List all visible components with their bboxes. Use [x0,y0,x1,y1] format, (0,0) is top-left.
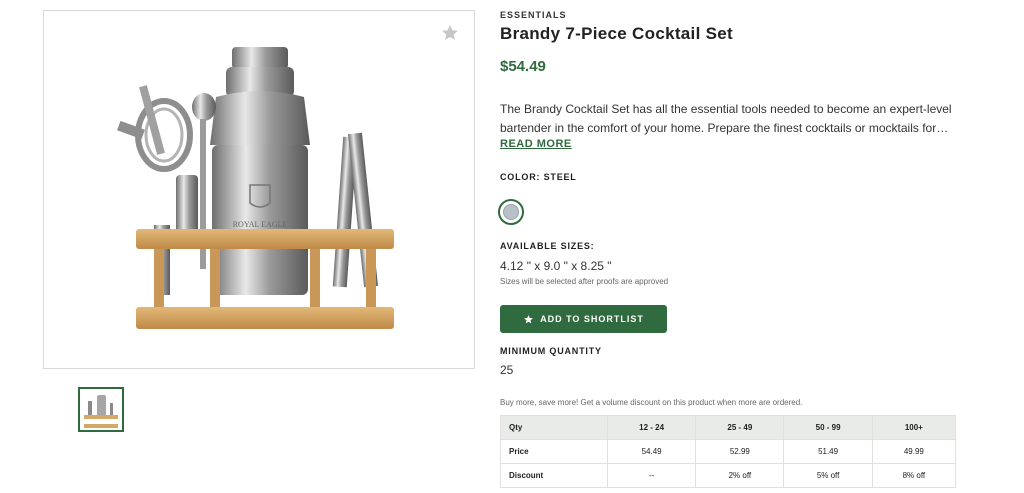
table-cell: Price [500,439,608,464]
volume-discount-note: Buy more, save more! Get a volume discou… [500,398,803,407]
color-label: COLOR: STEEL [500,172,577,182]
swatch-fill [503,204,519,220]
product-thumbnail[interactable] [78,387,124,432]
header-cell: 100+ [871,415,957,440]
header-cell: 12 - 24 [606,415,697,440]
product-description: The Brandy Cocktail Set has all the esse… [500,102,952,135]
pricing-header-row: Qty 12 - 24 25 - 49 50 - 99 100+ [500,415,957,440]
sizes-label: AVAILABLE SIZES: [500,241,595,251]
table-cell: Discount [500,463,608,488]
table-cell: 52.99 [695,439,785,464]
minimum-quantity-label: MINIMUM QUANTITY [500,346,602,356]
table-cell: 49.99 [871,439,957,464]
table-cell: 54.49 [606,439,697,464]
product-price: $54.49 [500,58,546,75]
header-cell: Qty [500,415,608,440]
product-image-panel: ROYAL EAGLE [43,10,475,369]
brand-label: ESSENTIALS [500,10,567,20]
add-to-shortlist-button[interactable]: ADD TO SHORTLIST [500,305,667,333]
thumbnail-image [84,395,118,428]
minimum-quantity-value: 25 [500,363,514,377]
star-icon [524,314,533,323]
favorite-star-icon[interactable] [440,23,460,43]
shortlist-label: ADD TO SHORTLIST [540,314,644,324]
pricing-table: Qty 12 - 24 25 - 49 50 - 99 100+ Price 5… [500,415,957,488]
table-cell: 5% off [783,463,873,488]
sizes-value: 4.12 " x 9.0 " x 8.25 " [500,259,612,273]
table-row: Discount -- 2% off 5% off 8% off [500,463,957,488]
header-cell: 50 - 99 [783,415,873,440]
product-image: ROYAL EAGLE [117,47,394,329]
table-cell: 51.49 [783,439,873,464]
product-title: Brandy 7-Piece Cocktail Set [500,24,733,43]
svg-text:ROYAL EAGLE: ROYAL EAGLE [233,220,288,229]
table-cell: 2% off [695,463,785,488]
table-row: Price 54.49 52.99 51.49 49.99 [500,439,957,464]
read-more-link[interactable]: READ MORE [500,138,572,150]
table-cell: -- [606,463,697,488]
table-cell: 8% off [871,463,957,488]
sizes-note: Sizes will be selected after proofs are … [500,277,669,286]
header-cell: 25 - 49 [695,415,785,440]
color-swatch-steel[interactable] [498,199,524,225]
